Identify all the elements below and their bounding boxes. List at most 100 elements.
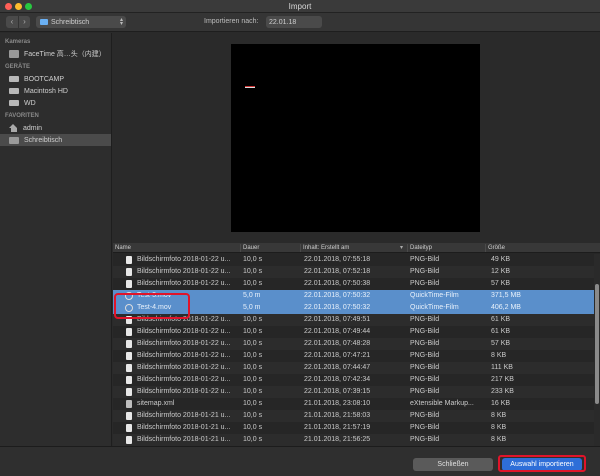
- table-row[interactable]: Bildschirmfoto 2018-01-22 u... 10,0 s 22.0…: [113, 386, 594, 398]
- image-file-icon: [126, 352, 132, 360]
- cell-name: Bildschirmfoto 2018-01-22 u...: [137, 280, 231, 287]
- window-title: Import: [288, 2, 312, 11]
- cell-date: 22.01.2018, 07:50:32: [304, 292, 371, 299]
- table-row[interactable]: Bildschirmfoto 2018-01-22 u... 10,0 s 22.0…: [113, 362, 594, 374]
- cell-type: PNG-Bild: [410, 316, 440, 323]
- cell-size: 233 KB: [491, 388, 514, 395]
- cell-name: sitemap.xml: [137, 400, 175, 407]
- column-header-date[interactable]: Inhalt: Erstellt am ▾: [300, 244, 407, 252]
- drive-icon: [9, 88, 19, 94]
- title-bar: Import: [0, 0, 600, 13]
- sidebar-item-schreibtisch[interactable]: Schreibtisch: [0, 134, 111, 146]
- cell-type: PNG-Bild: [410, 280, 440, 287]
- cell-size: 8 KB: [491, 412, 507, 419]
- cell-type: PNG-Bild: [410, 436, 440, 443]
- cell-duration: 10,0 s: [243, 412, 263, 419]
- sidebar-section-cameras: Kameras: [5, 39, 31, 45]
- preview-area: [113, 33, 600, 243]
- sidebar: Kameras FaceTime 高…头（内建） GERÄTE BOOTCAMP…: [0, 33, 112, 446]
- column-header-name[interactable]: Name: [113, 244, 240, 252]
- cell-duration: 10,0 s: [243, 364, 263, 371]
- cell-date: 22.01.2018, 07:49:44: [304, 328, 371, 335]
- column-header-type[interactable]: Dateityp: [407, 244, 485, 252]
- image-file-icon: [126, 328, 132, 336]
- image-file-icon: [126, 256, 132, 264]
- column-header-label: Name: [115, 245, 132, 251]
- cell-name: Bildschirmfoto 2018-01-21 u...: [137, 424, 231, 431]
- table-row[interactable]: Bildschirmfoto 2018-01-21 u... 10,0 s 21.0…: [113, 410, 594, 422]
- sidebar-item-bootcamp[interactable]: BOOTCAMP: [0, 73, 111, 85]
- column-header-label: Größe: [488, 245, 506, 251]
- cell-size: 57 KB: [491, 340, 511, 347]
- sort-descending-icon: ▾: [399, 245, 403, 251]
- image-file-icon: [126, 424, 132, 432]
- table-row[interactable]: Bildschirmfoto 2018-01-22 u... 10,0 s 22.0…: [113, 254, 594, 266]
- image-file-icon: [126, 388, 132, 396]
- image-file-icon: [126, 376, 132, 384]
- table-rows: Bildschirmfoto 2018-01-22 u... 10,0 s 22.0…: [113, 254, 594, 446]
- drive-icon: [9, 100, 19, 106]
- cell-size: 61 KB: [491, 328, 511, 335]
- cell-size: 406,2 MB: [491, 304, 521, 311]
- cell-duration: 10,0 s: [243, 436, 263, 443]
- cell-date: 21.01.2018, 23:08:10: [304, 400, 371, 407]
- location-select[interactable]: Schreibtisch ▴ ▾: [36, 16, 126, 28]
- cell-name: Bildschirmfoto 2018-01-22 u...: [137, 352, 231, 359]
- cell-date: 22.01.2018, 07:44:47: [304, 364, 371, 371]
- cell-date: 21.01.2018, 21:58:03: [304, 412, 371, 419]
- cell-size: 8 KB: [491, 352, 507, 359]
- cell-name: Bildschirmfoto 2018-01-22 u...: [137, 328, 231, 335]
- table-row[interactable]: Bildschirmfoto 2018-01-22 u... 10,0 s 22.0…: [113, 266, 594, 278]
- back-button[interactable]: ‹: [6, 16, 18, 28]
- cell-type: PNG-Bild: [410, 352, 440, 359]
- preview-frame-content: [245, 86, 255, 88]
- cell-size: 111 KB: [491, 364, 513, 371]
- column-header-duration[interactable]: Dauer: [240, 244, 300, 252]
- table-row[interactable]: Bildschirmfoto 2018-01-22 u... 10,0 s 22.0…: [113, 326, 594, 338]
- sidebar-item-wd[interactable]: WD: [0, 97, 111, 109]
- location-select-value: Schreibtisch: [51, 18, 90, 26]
- cell-size: 16 KB: [491, 400, 511, 407]
- cell-type: PNG-Bild: [410, 388, 440, 395]
- sidebar-item-macintosh-hd[interactable]: Macintosh HD: [0, 85, 111, 97]
- column-header-label: Dauer: [243, 245, 260, 251]
- cell-size: 49 KB: [491, 256, 511, 263]
- image-file-icon: [126, 280, 132, 288]
- cell-type: QuickTime-Film: [410, 292, 459, 299]
- close-button[interactable]: Schließen: [413, 458, 493, 471]
- cell-date: 22.01.2018, 07:39:15: [304, 388, 371, 395]
- cell-name: Bildschirmfoto 2018-01-22 u...: [137, 376, 231, 383]
- table-row[interactable]: Bildschirmfoto 2018-01-22 u... 10,0 s 22.0…: [113, 278, 594, 290]
- cell-name: Bildschirmfoto 2018-01-22 u...: [137, 364, 231, 371]
- cell-type: eXtensible Markup...: [410, 400, 474, 407]
- sidebar-section-favorites: FAVORITEN: [5, 113, 39, 119]
- cell-duration: 5,0 m: [243, 292, 261, 299]
- table-row[interactable]: Bildschirmfoto 2018-01-22 u... 10,0 s 22.0…: [113, 338, 594, 350]
- cell-date: 21.01.2018, 21:57:19: [304, 424, 371, 431]
- sidebar-item-admin[interactable]: admin: [0, 122, 111, 134]
- drive-icon: [9, 76, 19, 82]
- sidebar-item-label: WD: [24, 99, 36, 107]
- table-row[interactable]: Bildschirmfoto 2018-01-21 u... 10,0 s 21.0…: [113, 434, 594, 446]
- table-row[interactable]: Bildschirmfoto 2018-01-22 u... 10,0 s 22.0…: [113, 350, 594, 362]
- xml-file-icon: [126, 400, 132, 408]
- nav-buttons: ‹ ›: [6, 16, 30, 28]
- sidebar-item-facetime[interactable]: FaceTime 高…头（内建）: [0, 48, 111, 60]
- table-row[interactable]: Bildschirmfoto 2018-01-21 u... 10,0 s 21.0…: [113, 422, 594, 434]
- table-row[interactable]: sitemap.xml 10,0 s 21.01.2018, 23:08:10 eXt…: [113, 398, 594, 410]
- cell-size: 57 KB: [491, 280, 511, 287]
- table-scrollbar[interactable]: [594, 254, 600, 446]
- cell-type: QuickTime-Film: [410, 304, 459, 311]
- cell-date: 21.01.2018, 21:56:25: [304, 436, 371, 443]
- cell-date: 22.01.2018, 07:50:38: [304, 280, 371, 287]
- column-header-size[interactable]: Größe: [485, 244, 600, 252]
- cell-duration: 10,0 s: [243, 280, 263, 287]
- forward-button[interactable]: ›: [18, 16, 30, 28]
- cell-name: Bildschirmfoto 2018-01-21 u...: [137, 412, 231, 419]
- cell-duration: 10,0 s: [243, 400, 263, 407]
- sidebar-item-label: BOOTCAMP: [24, 75, 65, 83]
- table-row[interactable]: Bildschirmfoto 2018-01-22 u... 10,0 s 22.0…: [113, 374, 594, 386]
- scroll-thumb[interactable]: [595, 284, 599, 404]
- import-to-label: Importieren nach:: [204, 18, 259, 25]
- import-target-select[interactable]: 22.01.18: [266, 16, 322, 28]
